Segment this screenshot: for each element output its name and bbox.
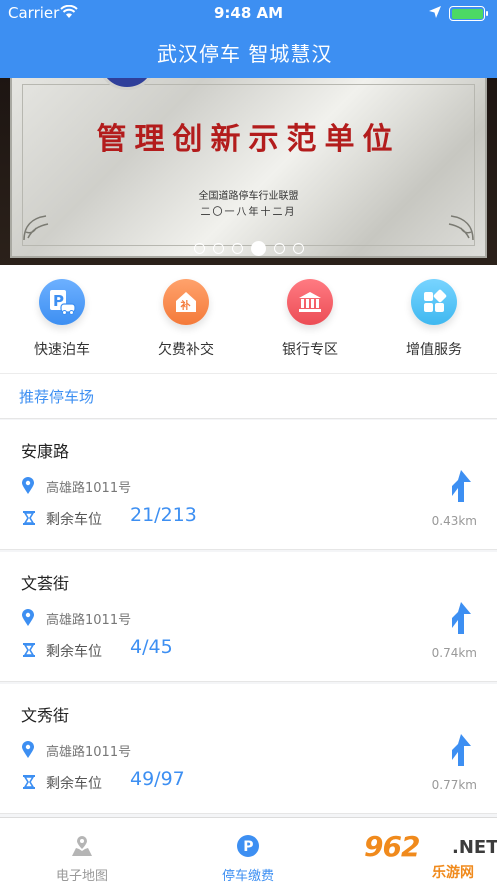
lot-name: 文荟街 — [21, 574, 70, 593]
parking-lot-card[interactable]: 安康路 高雄路1011号 剩余车位 21/213 0.43km — [0, 420, 497, 550]
payment-house-icon: 补 — [163, 279, 209, 325]
parking-lot-card[interactable]: 文秀街 高雄路1011号 剩余车位 49/97 0.77km — [0, 684, 497, 814]
watermark-net: .NET — [452, 837, 497, 858]
svg-text:补: 补 — [180, 299, 191, 312]
lot-distance: 0.77km — [431, 778, 477, 792]
nav-bar: 武汉停车 智城慧汉 — [0, 26, 497, 78]
plaque-date: 二〇一八年十二月 — [200, 207, 297, 218]
location-arrow-icon — [428, 5, 442, 23]
carousel-pager[interactable] — [0, 238, 497, 257]
carousel-dot[interactable] — [193, 243, 205, 254]
lot-address: 高雄路1011号 — [46, 481, 132, 496]
watermark-cn: 乐游网 — [432, 865, 474, 881]
tab-parking-payment[interactable]: P 停车缴费 — [188, 834, 308, 883]
remaining-spaces-value: 4/45 — [130, 636, 173, 658]
site-watermark: 962 .NET 乐游网 — [360, 830, 497, 883]
remaining-spaces-value: 49/97 — [130, 768, 185, 790]
lot-name: 安康路 — [21, 442, 70, 461]
carousel-dot[interactable] — [292, 243, 304, 254]
tab-parking-payment-label: 停车缴费 — [221, 869, 274, 883]
plaque-org: 全国道路停车行业联盟 — [198, 191, 299, 202]
tab-map[interactable]: 电子地图 — [22, 834, 142, 883]
remaining-spaces-label: 剩余车位 — [46, 776, 102, 792]
quick-actions: P 快速泊车 补 欠费补交 银行专区 增值服务 — [0, 265, 497, 373]
bank-icon — [287, 279, 333, 325]
navigate-icon[interactable] — [449, 732, 475, 768]
lot-distance: 0.74km — [431, 646, 477, 660]
bank-zone-label: 银行专区 — [282, 342, 338, 358]
watermark-number: 962 — [364, 830, 420, 863]
location-pin-icon — [22, 477, 34, 494]
marquee-title: 武汉停车 智城慧汉 — [157, 42, 333, 66]
navigate-icon[interactable] — [449, 600, 475, 636]
remaining-spaces-label: 剩余车位 — [46, 512, 102, 528]
bank-zone-button[interactable]: 银行专区 — [248, 279, 372, 359]
svg-text:P: P — [243, 839, 253, 855]
lot-distance: 0.43km — [431, 514, 477, 528]
carousel-dot[interactable] — [273, 243, 285, 254]
parking-car-icon: P — [39, 279, 85, 325]
value-added-label: 增值服务 — [406, 342, 462, 358]
recommended-lots-title: 推荐停车场 — [0, 373, 497, 419]
location-pin-icon — [22, 609, 34, 626]
grid-icon — [411, 279, 457, 325]
arrears-payment-button[interactable]: 补 欠费补交 — [124, 279, 248, 359]
hourglass-icon — [23, 643, 35, 657]
lot-address: 高雄路1011号 — [46, 613, 132, 628]
value-added-button[interactable]: 增值服务 — [372, 279, 496, 359]
award-plaque-image: 管理创新示范单位 全国道路停车行业联盟 二〇一八年十二月 — [10, 78, 487, 258]
banner-carousel[interactable]: 管理创新示范单位 全国道路停车行业联盟 二〇一八年十二月 — [0, 78, 497, 265]
lot-address: 高雄路1011号 — [46, 745, 132, 760]
carousel-dot[interactable] — [212, 243, 224, 254]
quick-park-label: 快速泊车 — [34, 342, 90, 358]
carousel-dot[interactable] — [231, 243, 243, 254]
quick-park-button[interactable]: P 快速泊车 — [0, 279, 124, 359]
hourglass-icon — [23, 511, 35, 525]
parking-icon: P — [237, 835, 259, 857]
lot-name: 文秀街 — [21, 706, 70, 725]
battery-icon — [449, 6, 488, 21]
remaining-spaces-value: 21/213 — [130, 504, 197, 526]
map-icon — [72, 836, 92, 856]
location-pin-icon — [22, 741, 34, 758]
tab-map-label: 电子地图 — [55, 869, 108, 883]
parking-lot-card[interactable]: 文荟街 高雄路1011号 剩余车位 4/45 0.74km — [0, 552, 497, 682]
navigate-icon[interactable] — [449, 468, 475, 504]
clock: 9:48 AM — [213, 4, 284, 22]
hourglass-icon — [23, 775, 35, 789]
status-bar: Carrier 9:48 AM — [0, 0, 497, 26]
carousel-dot[interactable] — [250, 241, 266, 256]
remaining-spaces-label: 剩余车位 — [46, 644, 102, 660]
plaque-title: 管理创新示范单位 — [96, 122, 401, 157]
arrears-payment-label: 欠费补交 — [158, 342, 214, 358]
